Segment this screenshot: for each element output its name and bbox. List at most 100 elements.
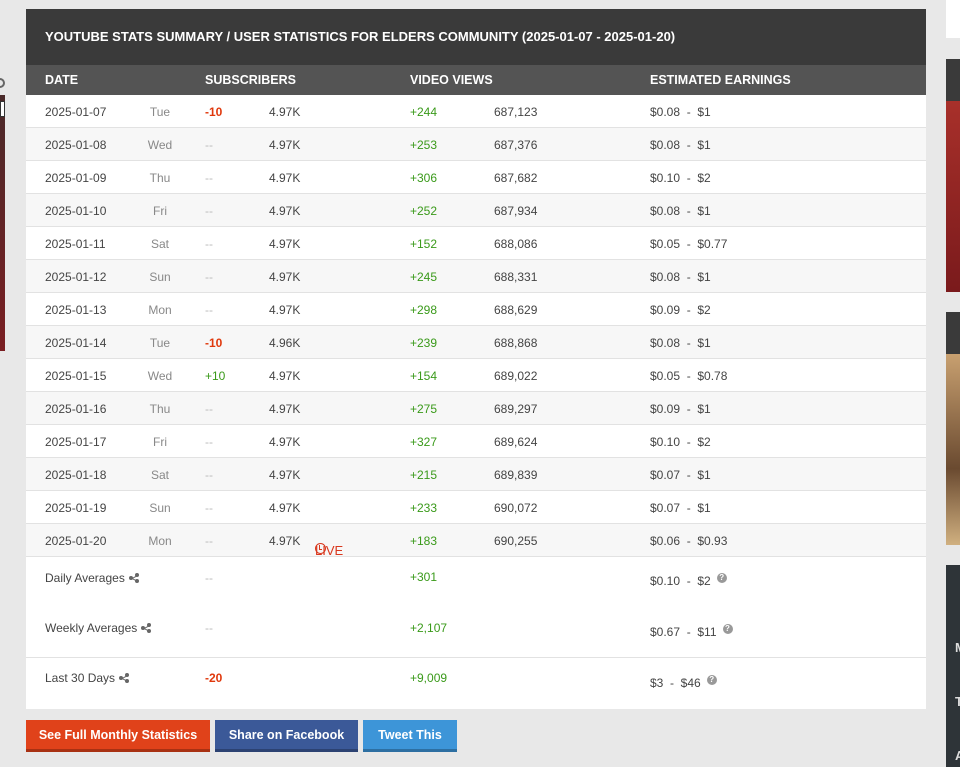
right-thumbnail[interactable] (946, 354, 960, 545)
row-subscriber-change: -- (205, 237, 213, 251)
row-date: 2025-01-20 (45, 534, 107, 548)
row-earnings: $0.09 - $2 (650, 303, 711, 317)
row-subscriber-change: -10 (205, 105, 223, 119)
row-views-change: +154 (410, 369, 438, 383)
row-views-change: +298 (410, 303, 438, 317)
row-day: Thu (149, 402, 171, 416)
summary-views: +9,009 (410, 671, 448, 685)
row-earnings: $0.05 - $0.77 (650, 237, 728, 251)
stats-summary-panel: YOUTUBE STATS SUMMARY / USER STATISTICS … (26, 9, 926, 709)
row-views-change: +252 (410, 204, 438, 218)
summary-subscribers: -20 (205, 671, 223, 685)
summary-subscribers: -- (205, 571, 213, 585)
left-checkbox-fragment (0, 101, 5, 117)
row-views-change: +275 (410, 402, 438, 416)
row-views: 690,072 (494, 501, 538, 515)
row-date: 2025-01-14 (45, 336, 107, 350)
summary-label-text: Last 30 Days (45, 671, 116, 685)
row-views-change: +253 (410, 138, 438, 152)
row-subscriber-change: -- (205, 171, 213, 185)
share-icon[interactable] (119, 673, 130, 683)
right-thumbnail[interactable] (946, 101, 960, 292)
row-subscribers: 4.97K (269, 435, 301, 449)
row-subscribers: 4.97K (269, 303, 301, 317)
row-views-change: +327 (410, 435, 438, 449)
row-subscriber-change: -- (205, 138, 213, 152)
row-subscriber-change: +10 (205, 369, 226, 383)
row-subscribers: 4.97K (269, 171, 301, 185)
row-views: 689,624 (494, 435, 538, 449)
row-date: 2025-01-18 (45, 468, 107, 482)
row-subscriber-change: -- (205, 204, 213, 218)
row-subscriber-change: -- (205, 303, 213, 317)
panel-title: YOUTUBE STATS SUMMARY / USER STATISTICS … (26, 9, 926, 65)
row-subscribers: 4.97K (269, 534, 301, 548)
share-icon[interactable] (141, 623, 152, 633)
summary-subscribers: -- (205, 621, 213, 635)
summary-views: +2,107 (410, 621, 448, 635)
row-views-change: +215 (410, 468, 438, 482)
row-views: 687,376 (494, 138, 538, 152)
table-row: 2025-01-16 Thu -- 4.97K +275 689,297 $0.09 - $… (26, 392, 926, 425)
help-icon[interactable]: ? (722, 624, 733, 634)
row-day: Fri (153, 204, 167, 218)
row-subscribers: 4.97K (269, 105, 301, 119)
row-earnings: $0.08 - $1 (650, 204, 711, 218)
right-widget-header (946, 59, 960, 101)
last-30-days-row: Last 30 Days -20 +9,009 $3 - $46? (26, 658, 926, 709)
row-views-change: +239 (410, 336, 438, 350)
table-row: 2025-01-18 Sat -- 4.97K +215 689,839 $0.07 - $… (26, 458, 926, 491)
row-earnings: $0.08 - $1 (650, 138, 711, 152)
column-earnings: ESTIMATED EARNINGS (650, 73, 791, 87)
summary-earnings: $0.67 - $11? (650, 624, 733, 639)
summary-label-text: Daily Averages (45, 571, 125, 585)
row-views: 688,086 (494, 237, 538, 251)
help-icon[interactable]: ? (716, 573, 727, 583)
live-label: LIVE (315, 543, 344, 558)
table-row: 2025-01-10 Fri -- 4.97K +252 687,934 $0.08 - $… (26, 194, 926, 227)
row-earnings: $0.10 - $2 (650, 435, 711, 449)
row-views: 688,868 (494, 336, 538, 350)
table-row: 2025-01-20 Mon -- 4.97K LIVE +183 690,255 $0.06… (26, 524, 926, 558)
row-day: Thu (149, 171, 171, 185)
row-earnings: $0.08 - $1 (650, 270, 711, 284)
row-subscribers: 4.97K (269, 369, 301, 383)
row-date: 2025-01-11 (45, 237, 106, 251)
table-row: 2025-01-17 Fri -- 4.97K +327 689,624 $0.10 - $… (26, 425, 926, 458)
tweet-this-button[interactable]: Tweet This (363, 720, 457, 752)
table-row: 2025-01-13 Mon -- 4.97K +298 688,629 $0.09 - $… (26, 293, 926, 326)
row-subscriber-change: -- (205, 270, 213, 284)
table-row: 2025-01-11 Sat -- 4.97K +152 688,086 $0.05 - $… (26, 227, 926, 260)
row-earnings: $0.05 - $0.78 (650, 369, 728, 383)
right-list-letter: M (955, 640, 960, 655)
help-icon[interactable]: ? (706, 675, 717, 685)
right-widget-fragment (946, 0, 960, 38)
row-subscriber-change: -- (205, 501, 213, 515)
table-row: 2025-01-07 Tue -10 4.97K +244 687,123 $0.08 - … (26, 95, 926, 128)
summary-label: Daily Averages (45, 571, 139, 585)
row-subscribers: 4.97K (269, 501, 301, 515)
column-date: DATE (45, 73, 79, 87)
row-date: 2025-01-17 (45, 435, 107, 449)
row-day: Mon (148, 303, 172, 317)
stats-table: 2025-01-07 Tue -10 4.97K +244 687,123 $0.08 - … (26, 95, 926, 558)
row-day: Sat (150, 468, 169, 482)
right-list-letter: A (955, 748, 960, 763)
row-subscriber-change: -10 (205, 336, 223, 350)
row-date: 2025-01-08 (45, 138, 107, 152)
column-video-views: VIDEO VIEWS (410, 73, 493, 87)
row-subscriber-change: -- (205, 402, 213, 416)
see-full-monthly-statistics-button[interactable]: See Full Monthly Statistics (26, 720, 210, 752)
right-widget-header (946, 312, 960, 354)
row-day: Wed (147, 138, 173, 152)
row-earnings: $0.10 - $2 (650, 171, 711, 185)
share-icon[interactable] (128, 573, 139, 583)
summary-label-text: Weekly Averages (45, 621, 138, 635)
row-date: 2025-01-19 (45, 501, 107, 515)
share-on-facebook-button[interactable]: Share on Facebook (215, 720, 358, 752)
summary-label: Weekly Averages (45, 621, 152, 635)
summary-label: Last 30 Days (45, 671, 130, 685)
right-list-letter: T (955, 694, 960, 709)
daily-averages-row: Daily Averages -- +301 $0.10 - $2? (26, 557, 926, 609)
row-subscribers: 4.97K (269, 138, 301, 152)
